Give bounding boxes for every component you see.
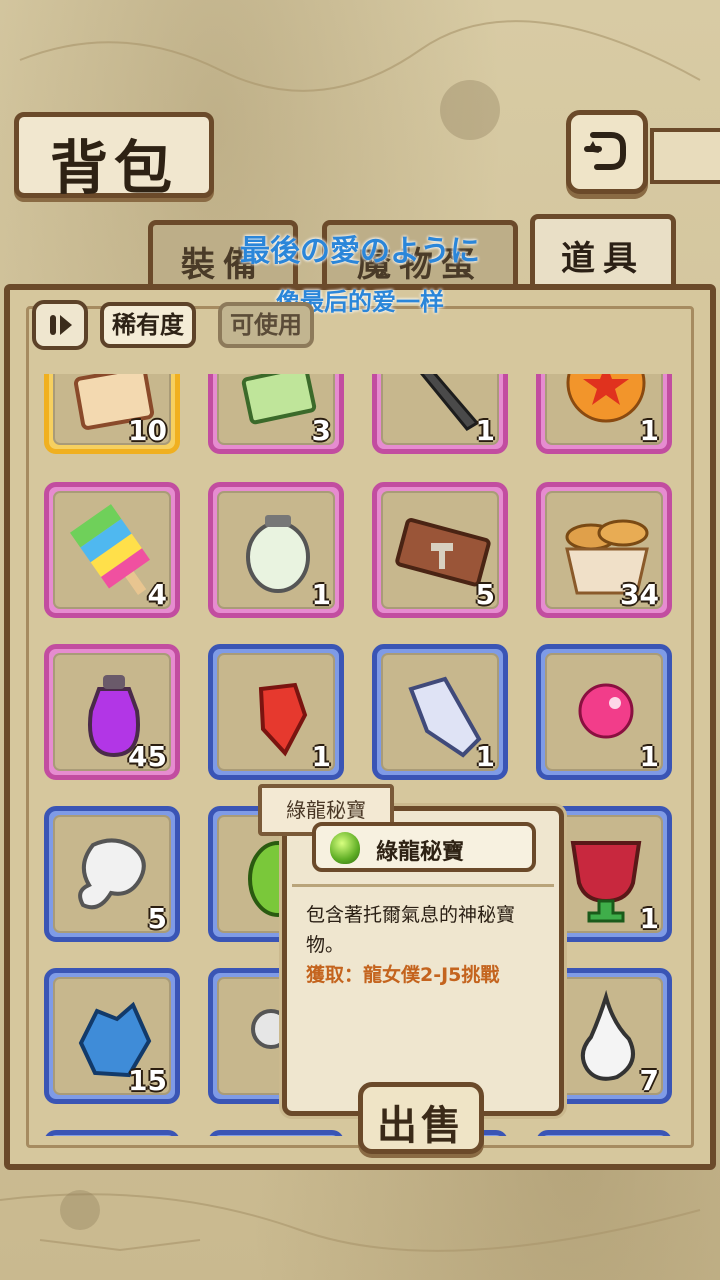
item-slot[interactable]: 45 xyxy=(44,644,180,780)
filter-usable-button[interactable]: 可使用 xyxy=(218,302,314,348)
item-count: 45 xyxy=(128,740,167,773)
tooltip-header: 綠龍秘寶 xyxy=(312,822,536,872)
item-count: 7 xyxy=(639,1064,659,1097)
item-slot[interactable]: 1 xyxy=(208,482,344,618)
filter-rarity-button[interactable]: 稀有度 xyxy=(100,302,196,348)
lyric-overlay-japanese: 最後の愛のように xyxy=(240,234,480,269)
tooltip-source: 獲取：龍女僕2-J5挑戰 xyxy=(306,964,500,986)
item-slot[interactable]: 5 xyxy=(44,806,180,942)
item-count: 1 xyxy=(311,740,331,773)
item-count: 15 xyxy=(128,1064,167,1097)
item-count: 3 xyxy=(311,414,331,447)
item-count: 5 xyxy=(147,902,167,935)
back-button-rail xyxy=(650,128,720,184)
item-count: 1 xyxy=(639,414,659,447)
page-title-plate: 背包 xyxy=(14,112,214,202)
item-count: 34 xyxy=(620,578,659,611)
page-title: 背包 xyxy=(49,134,178,202)
item-count: 1 xyxy=(475,414,495,447)
item-slot[interactable] xyxy=(208,1130,344,1136)
item-count: 1 xyxy=(639,902,659,935)
item-slot[interactable]: 10 xyxy=(44,374,180,454)
item-slot[interactable]: 3 xyxy=(208,374,344,454)
back-button[interactable] xyxy=(566,110,648,194)
item-slot[interactable]: 4 xyxy=(44,482,180,618)
item-count: 4 xyxy=(147,578,167,611)
tooltip-divider xyxy=(292,884,554,887)
item-slot[interactable]: 1 xyxy=(372,644,508,780)
sell-button[interactable]: 出售 xyxy=(358,1082,484,1154)
item-count: 10 xyxy=(128,414,167,447)
item-slot[interactable]: 1 xyxy=(208,644,344,780)
item-slot[interactable]: 1 xyxy=(536,644,672,780)
item-count: 1 xyxy=(311,578,331,611)
item-slot[interactable] xyxy=(536,1130,672,1136)
item-slot[interactable] xyxy=(44,1130,180,1136)
item-count: 1 xyxy=(475,740,495,773)
tooltip-description: 包含著托爾氣息的神秘寶物。 xyxy=(306,904,516,956)
item-slot[interactable]: 15 xyxy=(44,968,180,1104)
item-slot[interactable]: 1 xyxy=(372,374,508,454)
green-egg-icon xyxy=(330,832,360,864)
item-slot[interactable]: 34 xyxy=(536,482,672,618)
sell-button-label: 出售 xyxy=(377,1102,465,1149)
item-count: 5 xyxy=(475,578,495,611)
back-arrow-icon xyxy=(584,132,626,170)
item-slot[interactable]: 1 xyxy=(536,374,672,454)
sort-toggle-button[interactable] xyxy=(32,300,88,350)
item-count: 1 xyxy=(639,740,659,773)
tooltip-item-name: 綠龍秘寶 xyxy=(376,840,465,865)
item-slot[interactable]: 5 xyxy=(372,482,508,618)
